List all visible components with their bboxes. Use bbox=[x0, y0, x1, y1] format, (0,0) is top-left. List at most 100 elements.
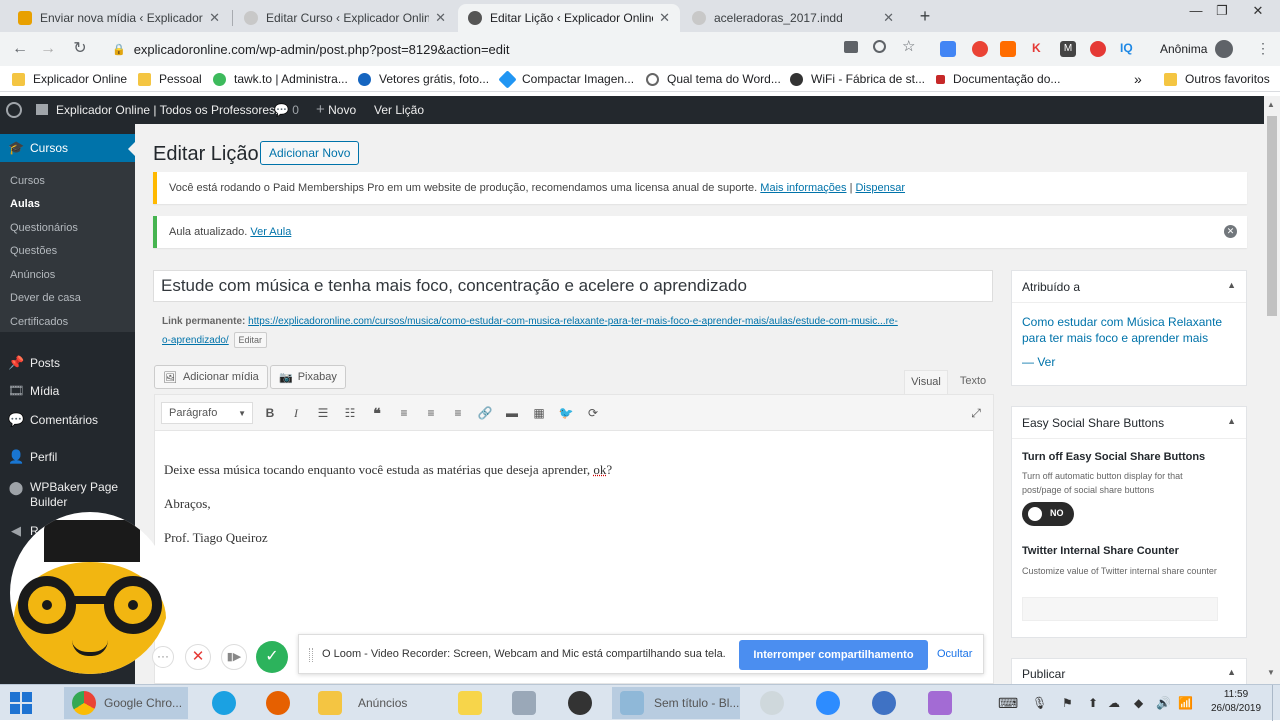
twitter-counter-input[interactable] bbox=[1022, 597, 1218, 621]
essb-toggle[interactable]: NO bbox=[1022, 502, 1074, 526]
bookmark-item[interactable]: Vetores grátis, foto... bbox=[358, 70, 489, 88]
network-icon[interactable]: 📶 bbox=[1178, 687, 1193, 719]
fullscreen-icon[interactable]: ⤢ bbox=[967, 404, 985, 422]
hide-button[interactable]: Ocultar bbox=[937, 648, 972, 660]
collapse-arrow-icon[interactable]: ▲ bbox=[1227, 280, 1236, 290]
menu-item-comentarios[interactable]: 💬 Comentários bbox=[0, 406, 135, 434]
read-more-icon[interactable]: ▬ bbox=[503, 404, 521, 422]
page-scrollbar[interactable]: ▲ ▼ bbox=[1264, 96, 1280, 684]
iq-extension-icon[interactable]: IQ bbox=[1120, 41, 1136, 57]
bookmarks-overflow-icon[interactable]: » bbox=[1134, 70, 1142, 88]
loom-pause-icon[interactable]: ▮▶ bbox=[221, 644, 247, 670]
editor-content[interactable]: Deixe essa música tocando enquanto você … bbox=[164, 453, 964, 555]
show-desktop-button[interactable] bbox=[1272, 685, 1280, 721]
add-new-button[interactable]: Adicionar Novo bbox=[260, 141, 360, 165]
url-text[interactable]: explicadoronline.com/wp-admin/post.php?p… bbox=[134, 42, 510, 57]
close-window-icon[interactable]: ✕ bbox=[1236, 0, 1280, 24]
taskbar-obs[interactable] bbox=[568, 687, 592, 719]
browser-tab-active[interactable]: Editar Lição ‹ Explicador Online | ✕ bbox=[458, 4, 680, 32]
wordpress-logo-icon[interactable] bbox=[6, 96, 24, 124]
collapse-arrow-icon[interactable]: ▲ bbox=[1227, 667, 1236, 677]
zoom-icon[interactable] bbox=[873, 40, 886, 53]
new-extension-icon[interactable] bbox=[1090, 41, 1106, 57]
refresh-icon[interactable]: ⟳ bbox=[584, 404, 602, 422]
browser-tab[interactable]: Editar Curso ‹ Explicador Online | ✕ bbox=[234, 4, 456, 32]
edit-permalink-button[interactable]: Editar bbox=[233, 332, 268, 348]
tab-text[interactable]: Texto bbox=[953, 370, 993, 394]
loom-webcam-bubble[interactable] bbox=[10, 512, 170, 674]
bookmark-item[interactable]: Compactar Imagen... bbox=[498, 69, 634, 89]
align-center-icon[interactable]: ≡ bbox=[422, 404, 440, 422]
tab-visual[interactable]: Visual bbox=[904, 370, 948, 394]
bookmark-item[interactable]: Qual tema do Word... bbox=[646, 70, 781, 88]
toolbar-toggle-icon[interactable]: ▦ bbox=[530, 404, 548, 422]
close-tab-icon[interactable]: ✕ bbox=[659, 10, 670, 26]
taskbar-tips[interactable] bbox=[458, 687, 482, 719]
align-left-icon[interactable]: ≡ bbox=[395, 404, 413, 422]
collapse-arrow-icon[interactable]: ▲ bbox=[1227, 416, 1236, 426]
taskbar-ie[interactable] bbox=[212, 687, 236, 719]
taskbar-zoom[interactable] bbox=[816, 687, 840, 719]
other-favorites[interactable]: Outros favoritos bbox=[1164, 70, 1270, 88]
m-extension-icon[interactable]: M bbox=[1060, 41, 1076, 57]
new-content-link[interactable]: + Novo bbox=[316, 96, 356, 124]
menu-item-cursos[interactable]: 🎓 Cursos bbox=[0, 134, 135, 162]
loom-finish-icon[interactable]: ✓ bbox=[256, 641, 288, 673]
profile-button[interactable]: Anônima bbox=[1160, 40, 1234, 58]
record-extension-icon[interactable] bbox=[972, 41, 988, 57]
notification-flag-icon[interactable]: ⚑ bbox=[1062, 687, 1073, 719]
view-course-link[interactable]: — Ver bbox=[1022, 355, 1055, 369]
menu-item-wpbakery[interactable]: ⬤ WPBakery Page Builder bbox=[0, 480, 135, 514]
taskbar-notepad[interactable]: Sem título - Bl... bbox=[612, 687, 740, 719]
submenu-item-certificados[interactable]: Certificados bbox=[10, 316, 68, 328]
browser-tab[interactable]: aceleradoras_2017.indd ✕ bbox=[682, 4, 904, 32]
restore-icon[interactable]: ❐ bbox=[1206, 0, 1238, 24]
camera-icon[interactable] bbox=[844, 41, 858, 53]
cloud-icon[interactable]: ☁ bbox=[1108, 687, 1120, 719]
submenu-item-anuncios[interactable]: Anúncios bbox=[10, 269, 55, 281]
bold-icon[interactable]: B bbox=[261, 404, 279, 422]
submenu-item-questoes[interactable]: Questões bbox=[10, 245, 57, 257]
forward-arrow-icon[interactable]: → bbox=[38, 39, 58, 59]
format-select[interactable]: Parágrafo ▼ bbox=[161, 402, 253, 424]
menu-item-midia[interactable]: 🎞 Mídia bbox=[0, 377, 135, 405]
more-info-link[interactable]: Mais informações bbox=[760, 182, 846, 194]
back-arrow-icon[interactable]: ← bbox=[10, 39, 30, 59]
dismiss-notice-icon[interactable]: ✕ bbox=[1224, 225, 1237, 238]
mic-icon[interactable]: 🎙 bbox=[1032, 687, 1047, 719]
assigned-course-link[interactable]: Como estudar com Música Relaxante para t… bbox=[1022, 314, 1236, 346]
scroll-thumb[interactable] bbox=[1267, 116, 1277, 316]
bookmark-item[interactable]: Pessoal bbox=[138, 70, 202, 88]
drag-handle-icon[interactable] bbox=[309, 648, 313, 662]
start-button[interactable] bbox=[10, 687, 32, 719]
submenu-item-dever-de-casa[interactable]: Dever de casa bbox=[10, 292, 81, 304]
taskbar-editor[interactable] bbox=[928, 687, 952, 719]
scroll-down-icon[interactable]: ▼ bbox=[1267, 668, 1275, 677]
bookmark-item[interactable]: Explicador Online bbox=[12, 70, 127, 88]
italic-icon[interactable]: I bbox=[287, 404, 305, 422]
close-tab-icon[interactable]: ✕ bbox=[435, 10, 446, 26]
keyboard-icon[interactable]: ⌨ bbox=[998, 687, 1018, 719]
bookmark-item[interactable]: tawk.to | Administra... bbox=[213, 70, 348, 88]
clock[interactable]: 11:59 26/08/2019 bbox=[1210, 688, 1262, 716]
align-right-icon[interactable]: ≡ bbox=[449, 404, 467, 422]
blockquote-icon[interactable]: ❝ bbox=[368, 404, 386, 422]
upload-icon[interactable]: ⬆ bbox=[1088, 687, 1098, 719]
submenu-item-aulas[interactable]: Aulas bbox=[10, 198, 40, 210]
submenu-item-cursos[interactable]: Cursos bbox=[10, 175, 45, 187]
k-extension-icon[interactable]: K bbox=[1032, 41, 1048, 57]
new-tab-button[interactable]: + bbox=[914, 6, 936, 28]
add-media-button[interactable]: 🖼 Adicionar mídia bbox=[154, 365, 268, 389]
taskbar-calculator[interactable] bbox=[512, 687, 536, 719]
browser-tab[interactable]: Enviar nova mídia ‹ Explicador O ✕ bbox=[8, 4, 230, 32]
stop-sharing-button[interactable]: Interromper compartilhamento bbox=[739, 640, 928, 670]
bullet-list-icon[interactable]: ☰ bbox=[314, 404, 332, 422]
taskbar-webcam[interactable] bbox=[760, 687, 784, 719]
permalink-url[interactable]: https://explicadoronline.com/cursos/musi… bbox=[248, 316, 898, 327]
link-icon[interactable]: 🔗 bbox=[476, 404, 494, 422]
menu-kebab-icon[interactable]: ⋮ bbox=[1256, 40, 1270, 57]
reload-icon[interactable]: ↻ bbox=[70, 39, 90, 59]
taskbar-app[interactable] bbox=[872, 687, 896, 719]
numbered-list-icon[interactable]: ☷ bbox=[341, 404, 359, 422]
volume-icon[interactable]: 🔊 bbox=[1156, 687, 1171, 719]
